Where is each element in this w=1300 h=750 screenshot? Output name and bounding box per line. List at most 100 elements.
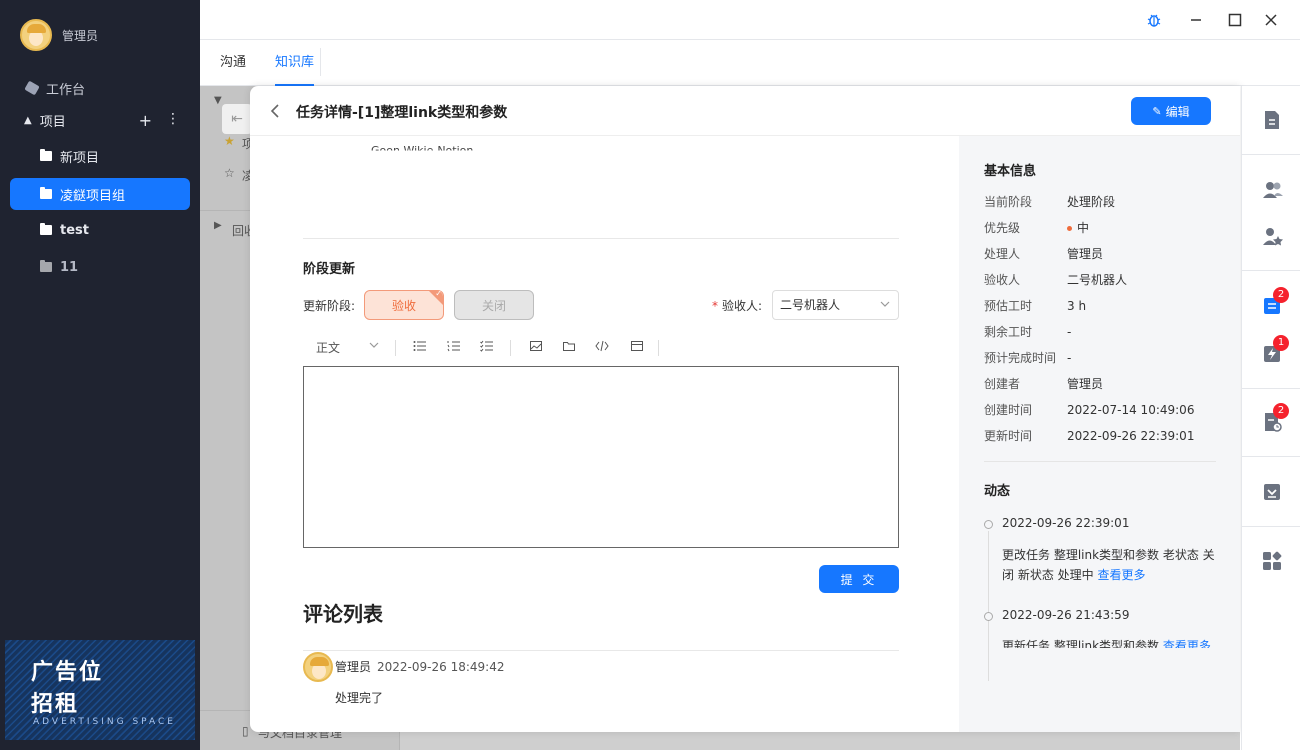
info-key: 处理人	[984, 247, 1021, 261]
info-row: 预估工时 3 h	[984, 297, 1224, 314]
see-more-link[interactable]: 查看更多	[1163, 639, 1211, 648]
see-more-link[interactable]: 查看更多	[1097, 568, 1145, 582]
stage-accept-label: 验收	[391, 298, 416, 313]
tab-knowledge-base[interactable]: 知识库	[275, 40, 315, 86]
divider	[303, 650, 899, 651]
edit-button-label: 编辑	[1165, 104, 1190, 119]
bullet-list-icon[interactable]	[413, 339, 427, 356]
members-icon[interactable]	[1262, 180, 1283, 200]
info-row: 创建时间 2022-07-14 10:49:06	[984, 401, 1224, 418]
info-row: 当前阶段 处理阶段	[984, 193, 1224, 210]
ordered-list-icon[interactable]	[447, 339, 461, 356]
format-select[interactable]: 正文	[316, 339, 340, 356]
sidebar-item-label: 项目	[39, 114, 66, 130]
info-key: 预估工时	[984, 299, 1033, 313]
collapse-menu-icon[interactable]: ⇤	[222, 104, 252, 134]
add-icon[interactable]: +	[139, 111, 152, 130]
chevron-down-icon	[880, 291, 890, 330]
stage-accept-button[interactable]: 验收	[364, 289, 444, 320]
event-text: 更新任务 整理link类型和参数	[1002, 639, 1160, 648]
back-arrow-icon[interactable]	[270, 103, 280, 123]
sidebar-item-project[interactable]: test	[10, 214, 190, 246]
info-value: 2022-09-26 22:39:01	[1067, 429, 1195, 443]
cube-icon	[24, 80, 40, 96]
sidebar-item-label: test	[60, 222, 89, 238]
notification-badge: 1	[1273, 335, 1289, 351]
event-body: 更新任务 整理link类型和参数 查看更多	[1002, 636, 1216, 648]
sidebar-item-project[interactable]: 新项目	[10, 140, 190, 172]
tab-divider	[320, 48, 321, 76]
more-icon[interactable]: ⋮	[166, 111, 180, 130]
info-row: 验收人 二号机器人	[984, 271, 1224, 288]
task-list-icon[interactable]: 2	[1262, 287, 1289, 316]
info-row: 创建者 管理员	[984, 375, 1224, 392]
download-icon[interactable]	[1262, 482, 1282, 502]
comment-avatar	[303, 652, 333, 682]
ad-title: 广告位	[31, 660, 104, 685]
folder-icon[interactable]	[562, 339, 576, 356]
info-value: 管理员	[1067, 377, 1104, 391]
edit-button[interactable]: ✎ 编辑	[1131, 97, 1211, 125]
comment-editor[interactable]	[303, 366, 899, 548]
comments-title: 评论列表	[303, 602, 383, 626]
close-icon[interactable]	[1261, 10, 1281, 30]
user-star-icon[interactable]	[1262, 226, 1283, 246]
task-list-icon[interactable]	[480, 339, 494, 356]
sidebar-item-label: 凌鎹项目组	[60, 188, 126, 204]
info-row: 优先级 中	[984, 219, 1224, 236]
ad-banner[interactable]: 广告位 招租 ADVERTISING SPACE	[5, 640, 195, 740]
bug-icon[interactable]	[1144, 10, 1164, 30]
info-value: 处理阶段	[1067, 195, 1116, 209]
editor-toolbar: 正文	[303, 336, 899, 362]
task-main: Goon-Wikie-Notion 阶段更新 更新阶段: 验收 关闭 * 验收人:…	[303, 136, 899, 732]
image-icon[interactable]	[529, 339, 543, 356]
event-time: 2022-09-26 22:39:01	[1002, 516, 1130, 530]
sidebar-item-workbench[interactable]: 工作台	[10, 72, 190, 104]
sidebar-item-label: 工作台	[46, 82, 86, 98]
maximize-icon[interactable]	[1225, 10, 1245, 30]
apps-icon[interactable]	[1262, 551, 1282, 571]
sidebar-section-projects[interactable]: ▲ 项目 + ⋮	[10, 104, 190, 136]
schedule-doc-icon[interactable]: 2	[1262, 403, 1289, 432]
acceptor-select[interactable]: 二号机器人	[772, 290, 899, 320]
ad-title-2: 招租	[31, 692, 80, 717]
rail-divider	[1242, 154, 1300, 155]
tab-communication[interactable]: 沟通	[220, 40, 246, 86]
stage-section-title: 阶段更新	[303, 262, 356, 277]
timeline-dot	[984, 612, 993, 621]
chevron-up-icon: ▲	[24, 114, 32, 126]
user-avatar	[20, 19, 52, 51]
priority-dot	[1067, 226, 1072, 231]
folder-icon	[40, 260, 52, 272]
star-icon: ★	[224, 134, 235, 148]
divider	[984, 461, 1216, 462]
sidebar-item-project[interactable]: 11	[10, 251, 190, 283]
user-name: 管理员	[62, 28, 99, 43]
submit-button[interactable]: 提 交	[819, 565, 899, 593]
document-icon: ▯	[242, 724, 249, 738]
user-profile[interactable]: 管理员	[20, 19, 98, 51]
notification-badge: 2	[1273, 287, 1289, 303]
chevron-down-icon[interactable]	[369, 338, 379, 355]
right-rail: 2 1 2	[1241, 86, 1300, 750]
code-icon[interactable]	[595, 339, 609, 356]
minimize-icon[interactable]	[1186, 10, 1206, 30]
sidebar-item-project[interactable]: 凌鎹项目组	[10, 178, 190, 210]
divider	[303, 238, 899, 239]
stage-close-button[interactable]: 关闭	[454, 290, 534, 320]
task-title: 任务详情-[1]整理link类型和参数	[296, 105, 508, 121]
acceptor-label-text: 验收人:	[722, 299, 763, 313]
pencil-icon: ✎	[1152, 104, 1162, 118]
info-value: -	[1067, 325, 1072, 339]
table-icon[interactable]	[630, 339, 644, 356]
basic-info-title: 基本信息	[984, 164, 1037, 179]
notification-badge: 2	[1273, 403, 1289, 419]
bug-report-icon[interactable]: 1	[1262, 335, 1289, 364]
document-icon[interactable]	[1262, 110, 1282, 130]
toolbar-divider	[395, 340, 396, 356]
info-row: 处理人 管理员	[984, 245, 1224, 262]
rail-divider	[1242, 270, 1300, 271]
rail-divider	[1242, 456, 1300, 457]
info-key: 剩余工时	[984, 325, 1033, 339]
event-time: 2022-09-26 21:43:59	[1002, 608, 1130, 622]
